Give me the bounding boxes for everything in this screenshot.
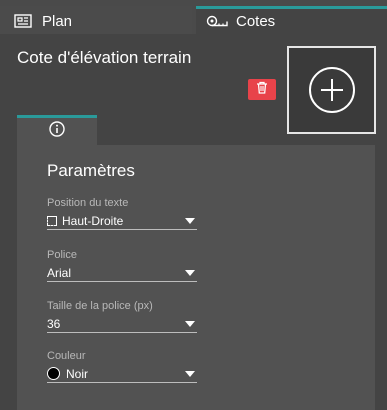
tab-cotes[interactable]: Cotes (196, 6, 387, 34)
cotes-icon (206, 14, 228, 30)
font-size-select[interactable]: 36 (47, 315, 197, 333)
panel-title: Paramètres (47, 161, 135, 180)
chevron-down-icon (185, 370, 195, 377)
field-label: Taille de la police (px) (47, 300, 153, 312)
add-icon (308, 67, 355, 113)
plan-icon (14, 14, 32, 30)
color-field: Couleur Noir (47, 350, 197, 383)
chevron-down-icon (185, 217, 195, 224)
font-select[interactable]: Arial (47, 264, 197, 282)
add-button[interactable] (287, 46, 376, 134)
font-size-field: Taille de la police (px) 36 (47, 300, 197, 333)
field-label: Police (47, 249, 77, 261)
delete-button[interactable] (248, 79, 276, 100)
tab-cotes-label: Cotes (236, 13, 276, 30)
settings-panel: Paramètres Position du texte Haut-Droite… (17, 145, 375, 410)
position-icon (47, 215, 57, 226)
chevron-down-icon (185, 320, 195, 327)
color-select[interactable]: Noir (47, 365, 197, 383)
select-value: Haut-Droite (62, 213, 124, 228)
select-value: 36 (47, 316, 61, 331)
chevron-down-icon (185, 269, 195, 276)
text-position-select[interactable]: Haut-Droite (47, 212, 197, 230)
page-title: Cote d'élévation terrain (17, 48, 192, 67)
tab-plan-label: Plan (42, 13, 73, 30)
select-value: Arial (47, 265, 72, 280)
select-value: Noir (66, 366, 89, 381)
tab-bar: Plan Cotes (0, 0, 387, 34)
trash-icon (256, 81, 268, 99)
text-position-field: Position du texte Haut-Droite (47, 197, 197, 230)
field-label: Position du texte (47, 197, 129, 209)
info-icon (49, 121, 65, 142)
tab-plan[interactable]: Plan (0, 6, 192, 34)
color-swatch (47, 367, 60, 380)
field-label: Couleur (47, 350, 86, 362)
tab-info[interactable] (17, 115, 97, 145)
font-field: Police Arial (47, 249, 197, 282)
